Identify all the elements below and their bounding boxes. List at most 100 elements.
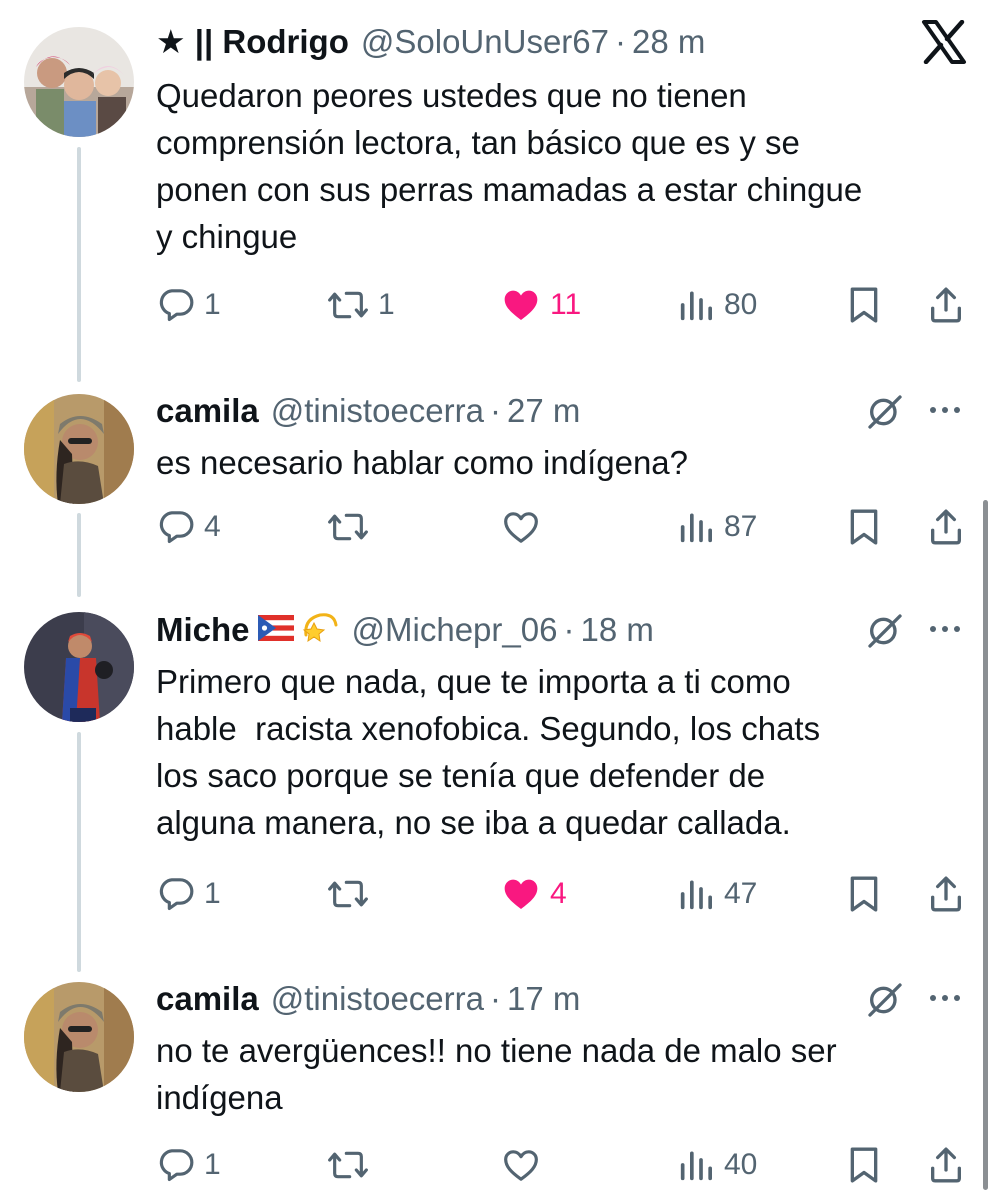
- views-icon: [680, 880, 712, 910]
- views-button[interactable]: 47: [676, 869, 757, 919]
- reply-icon: [159, 1149, 194, 1182]
- user-handle[interactable]: @tinistoecerra: [271, 977, 484, 1021]
- tweet-header: ★ || Rodrigo @SoloUnUser67 · 28 m: [156, 20, 967, 64]
- user-handle[interactable]: @tinistoecerra: [271, 389, 484, 433]
- views-count: 80: [724, 288, 758, 321]
- share-button[interactable]: [926, 869, 966, 919]
- repost-icon: [328, 513, 368, 541]
- heart-icon: [504, 879, 538, 909]
- separator-dot: ·: [490, 392, 501, 429]
- reply-count: 4: [204, 510, 221, 543]
- separator-dot: ·: [490, 980, 501, 1017]
- thread-connector-line: [77, 513, 81, 597]
- more-icon[interactable]: [927, 390, 963, 430]
- like-button[interactable]: 11: [500, 280, 581, 330]
- bookmark-button[interactable]: [846, 869, 882, 919]
- tweet-header: camila @tinistoecerra · 27 m: [156, 389, 967, 433]
- tweet-header: Miche @Michepr_06 · 18 m: [156, 608, 967, 652]
- dizzy-star-icon: [300, 605, 340, 656]
- like-button[interactable]: [500, 502, 550, 552]
- heart-icon: [504, 290, 538, 320]
- reply-icon: [159, 289, 194, 322]
- like-button[interactable]: 4: [500, 869, 567, 919]
- views-count: 87: [724, 510, 758, 543]
- share-button[interactable]: [926, 502, 966, 552]
- display-name[interactable]: camila: [156, 977, 259, 1021]
- bookmark-button[interactable]: [846, 1140, 882, 1190]
- reply-button[interactable]: 4: [156, 502, 221, 552]
- avatar[interactable]: [24, 982, 134, 1092]
- repost-count: 1: [378, 288, 395, 321]
- tweet-text: no te avergüences!! no tiene nada de mal…: [156, 1032, 837, 1116]
- user-handle[interactable]: @Michepr_06: [352, 608, 558, 652]
- share-icon: [931, 876, 961, 912]
- reply-tweet-3[interactable]: Miche @Michepr_06 · 18 m Primero que nad…: [0, 595, 991, 972]
- reply-tweet-2[interactable]: camila @tinistoecerra · 27 m es necesari…: [0, 380, 991, 597]
- views-button[interactable]: 87: [676, 502, 757, 552]
- share-button[interactable]: [926, 280, 966, 330]
- timestamp[interactable]: 28 m: [632, 20, 705, 64]
- avatar[interactable]: [24, 27, 134, 137]
- repost-button[interactable]: [326, 1140, 378, 1190]
- timestamp[interactable]: 18 m: [580, 608, 653, 652]
- display-name[interactable]: camila: [156, 389, 259, 433]
- repost-button[interactable]: [326, 502, 378, 552]
- reply-button[interactable]: 1: [156, 1140, 221, 1190]
- like-count: 4: [550, 877, 567, 910]
- timestamp[interactable]: 17 m: [507, 977, 580, 1021]
- views-icon: [680, 1151, 712, 1181]
- bookmark-icon: [850, 509, 878, 545]
- share-icon: [931, 287, 961, 323]
- views-icon: [680, 291, 712, 321]
- reply-icon: [159, 878, 194, 911]
- heart-icon: [504, 512, 538, 543]
- share-button[interactable]: [926, 1140, 966, 1190]
- share-icon: [931, 509, 961, 545]
- puerto-rico-flag-icon: [257, 608, 294, 652]
- user-handle[interactable]: @SoloUnUser67: [361, 20, 609, 64]
- bookmark-icon: [850, 1147, 878, 1183]
- reply-button[interactable]: 1: [156, 869, 221, 919]
- conversation-thread: ★ || Rodrigo @SoloUnUser67 · 28 m Quedar…: [0, 0, 991, 1199]
- repost-button[interactable]: [326, 869, 378, 919]
- views-icon: [680, 513, 712, 543]
- repost-icon: [328, 1151, 368, 1179]
- avatar[interactable]: [24, 612, 134, 722]
- bookmark-icon: [850, 287, 878, 323]
- reply-tweet-4[interactable]: camila @tinistoecerra · 17 m no te averg…: [0, 970, 991, 1199]
- reply-tweet-1[interactable]: ★ || Rodrigo @SoloUnUser67 · 28 m Quedar…: [0, 0, 991, 382]
- reply-icon: [159, 511, 194, 544]
- display-name[interactable]: Miche: [156, 608, 250, 652]
- avatar[interactable]: [24, 394, 134, 504]
- tweet-text: es necesario hablar como indígena?: [156, 444, 689, 481]
- reply-count: 1: [204, 288, 221, 321]
- like-button[interactable]: [500, 1140, 550, 1190]
- scrollbar[interactable]: [983, 500, 988, 1190]
- display-name[interactable]: ★ || Rodrigo: [156, 20, 349, 64]
- like-count: 11: [550, 288, 582, 321]
- repost-button[interactable]: 1: [326, 280, 395, 330]
- tweet-actions: 1 1 11 80: [156, 280, 967, 330]
- thread-connector-line: [77, 147, 81, 382]
- share-icon: [931, 1147, 961, 1183]
- tweet-actions: 4 87: [156, 502, 967, 552]
- more-icon[interactable]: [927, 978, 963, 1018]
- repost-icon: [328, 880, 368, 908]
- separator-dot: ·: [563, 611, 575, 648]
- reply-count: 1: [204, 1148, 221, 1181]
- views-count: 40: [724, 1148, 758, 1181]
- timestamp[interactable]: 27 m: [507, 389, 580, 433]
- views-button[interactable]: 40: [676, 1140, 757, 1190]
- reply-button[interactable]: 1: [156, 280, 221, 330]
- grok-icon[interactable]: [865, 980, 905, 1020]
- grok-icon[interactable]: [865, 392, 905, 432]
- more-icon[interactable]: [927, 609, 963, 649]
- tweet-text: Primero que nada, que te importa a ti co…: [156, 663, 821, 841]
- bookmark-button[interactable]: [846, 280, 882, 330]
- repost-icon: [328, 291, 368, 319]
- reply-count: 1: [204, 877, 221, 910]
- heart-icon: [504, 1150, 538, 1181]
- bookmark-button[interactable]: [846, 502, 882, 552]
- grok-icon[interactable]: [865, 611, 905, 651]
- views-button[interactable]: 80: [676, 280, 757, 330]
